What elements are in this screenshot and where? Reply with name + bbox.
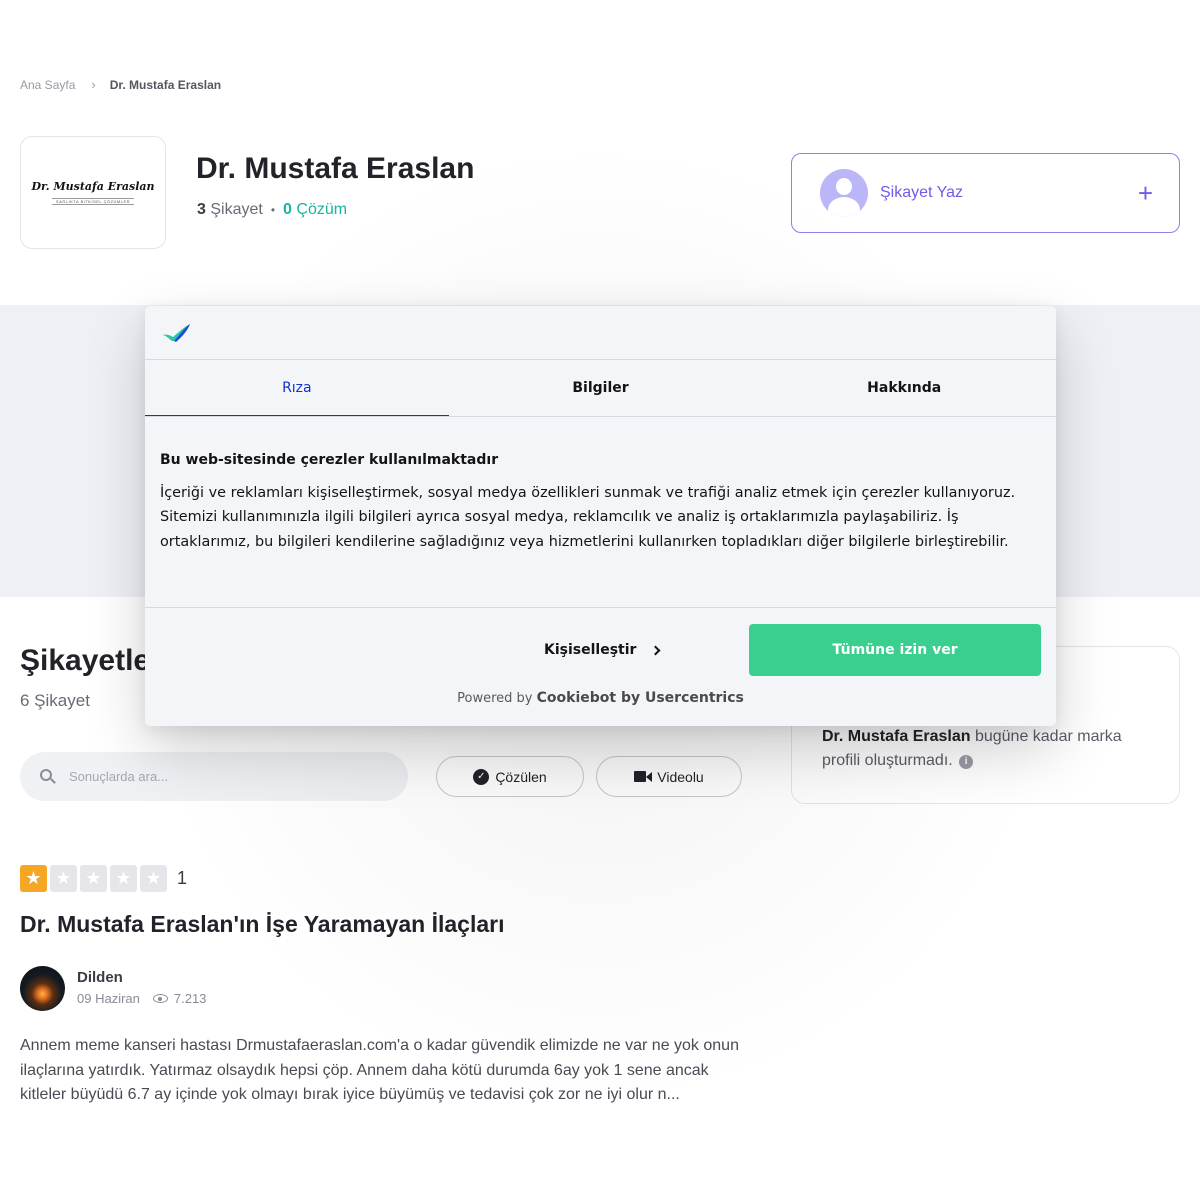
brand-logo-script: Dr. Mustafa Eraslan <box>31 180 155 193</box>
brand-info-text: Dr. Mustafa Eraslan bugüne kadar marka p… <box>822 725 1152 773</box>
customize-button[interactable]: Kişiselleştir <box>544 624 661 676</box>
solution-count: 0 <box>283 201 292 218</box>
filter-video-button[interactable]: Videolu <box>596 756 742 797</box>
star-icon: ★ <box>80 865 107 892</box>
filter-solved-button[interactable]: ✓ Çözülen <box>436 756 584 797</box>
complaints-count: 6 Şikayet <box>20 691 90 710</box>
powered-by: Powered by Cookiebot by Usercentrics <box>145 690 1056 706</box>
write-complaint-button[interactable]: Şikayet Yaz + <box>791 153 1180 233</box>
star-icon: ★ <box>110 865 137 892</box>
divider <box>145 416 1056 417</box>
tab-details[interactable]: Bilgiler <box>449 360 753 416</box>
complaint-count: 3 <box>197 201 206 218</box>
breadcrumb: Ana Sayfa › Dr. Mustafa Eraslan <box>20 77 221 92</box>
search-box <box>20 752 408 801</box>
brand-logo-tagline: SAĞLIKTA BİTKİSEL ÇÖZÜMLER <box>51 198 135 205</box>
breadcrumb-home-link[interactable]: Ana Sayfa <box>20 78 75 92</box>
cookie-heading: Bu web-sitesinde çerezler kullanılmaktad… <box>160 452 499 468</box>
rating-stars: ★ ★ ★ ★ ★ 1 <box>20 865 187 892</box>
complaint-count-label[interactable]: Şikayet <box>210 201 262 219</box>
brand-stats: 3 Şikayet • 0 Çözüm <box>197 201 347 219</box>
allow-all-button[interactable]: Tümüne izin ver <box>749 624 1041 676</box>
brand-logo: Dr. Mustafa Eraslan SAĞLIKTA BİTKİSEL ÇÖ… <box>20 136 166 249</box>
star-icon: ★ <box>140 865 167 892</box>
powered-by-link[interactable]: Cookiebot by Usercentrics <box>537 690 744 706</box>
rating-value: 1 <box>177 868 188 888</box>
search-icon <box>40 768 56 785</box>
complaint-body[interactable]: Annem meme kanseri hastası Drmustafaeras… <box>20 1034 742 1108</box>
chevron-right-icon <box>650 645 661 655</box>
complaint-date: 09 Haziran <box>77 991 140 1006</box>
video-camera-icon <box>634 771 653 782</box>
tab-about[interactable]: Hakkında <box>752 360 1056 416</box>
brand-name: Dr. Mustafa Eraslan <box>196 152 475 185</box>
eye-icon <box>152 994 168 1003</box>
star-icon: ★ <box>20 865 47 892</box>
tab-consent[interactable]: Rıza <box>145 360 449 417</box>
search-input[interactable] <box>69 769 389 784</box>
plus-icon: + <box>1137 178 1153 208</box>
cookie-description: İçeriği ve reklamları kişiselleştirmek, … <box>160 485 1016 550</box>
complaint-title[interactable]: Dr. Mustafa Eraslan'ın İşe Yaramayan İla… <box>20 911 504 938</box>
cookie-tabs: Rıza Bilgiler Hakkında <box>145 360 1056 417</box>
filter-solved-label: Çözülen <box>495 768 547 785</box>
customize-label: Kişiselleştir <box>544 642 637 658</box>
complaint-meta: 09 Haziran 7.213 <box>77 991 206 1006</box>
filter-video-label: Videolu <box>657 768 704 785</box>
star-icon: ★ <box>50 865 77 892</box>
brand-info-name: Dr. Mustafa Eraslan <box>822 728 971 745</box>
user-avatar-icon <box>820 169 868 217</box>
author-avatar[interactable] <box>20 966 65 1011</box>
cookie-consent-dialog: Rıza Bilgiler Hakkında Bu web-sitesinde … <box>145 306 1056 726</box>
breadcrumb-current: Dr. Mustafa Eraslan <box>109 77 222 92</box>
write-complaint-label: Şikayet Yaz <box>880 184 964 201</box>
author-name[interactable]: Dilden <box>77 969 123 986</box>
solution-stat[interactable]: 0 Çözüm <box>283 201 347 219</box>
solution-count-label: Çözüm <box>296 201 348 218</box>
stats-separator: • <box>270 203 276 217</box>
info-icon[interactable]: i <box>959 755 974 769</box>
check-circle-icon: ✓ <box>473 768 490 785</box>
view-count: 7.213 <box>173 991 207 1006</box>
cookiebot-logo-icon <box>162 324 190 342</box>
divider <box>145 607 1056 608</box>
chevron-right-icon: › <box>91 77 96 92</box>
complaints-title: Şikayetler <box>20 644 162 677</box>
powered-by-prefix: Powered by <box>457 691 537 706</box>
